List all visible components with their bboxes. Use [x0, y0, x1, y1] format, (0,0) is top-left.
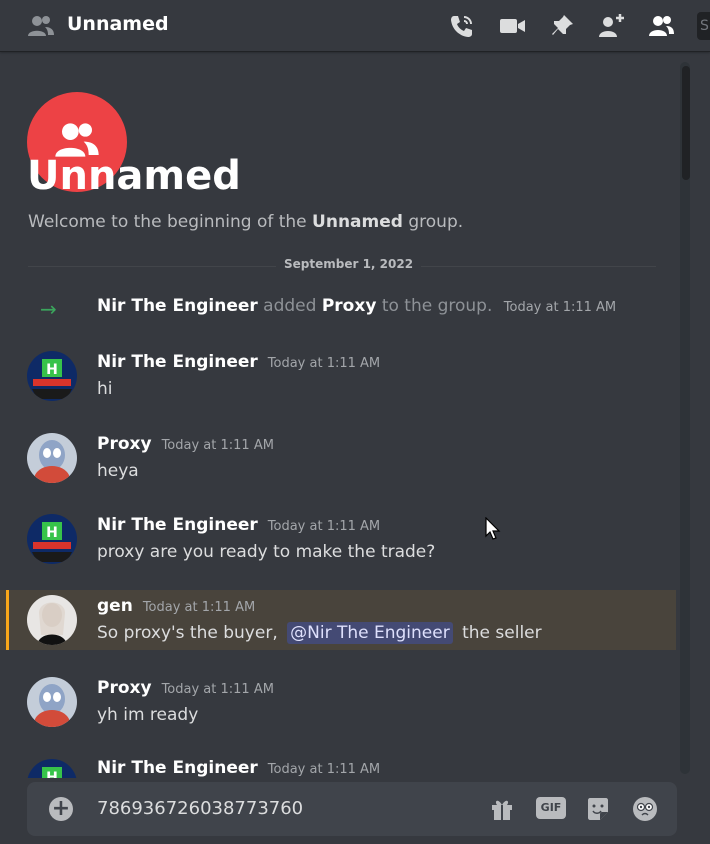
- timestamp: Today at 1:11 AM: [503, 300, 617, 315]
- message-content: So proxy's the buyer, @Nir The Engineer …: [97, 622, 542, 644]
- mention-indicator: [6, 590, 9, 650]
- message-author[interactable]: Nir The Engineer: [97, 352, 258, 372]
- message: Proxy Today at 1:11 AM heya: [0, 424, 676, 494]
- avatar[interactable]: [27, 433, 77, 483]
- channel-title: Unnamed: [67, 13, 169, 35]
- svg-text:H: H: [46, 362, 58, 378]
- scrollbar-thumb[interactable]: [682, 66, 690, 180]
- svg-text:H: H: [46, 770, 58, 778]
- add-attachment-icon[interactable]: +: [49, 797, 73, 821]
- join-arrow-icon: →: [40, 297, 57, 321]
- add-friend-icon[interactable]: [598, 13, 626, 39]
- avatar[interactable]: H: [27, 514, 77, 564]
- gift-icon[interactable]: [489, 796, 515, 822]
- channel-header: Unnamed S: [0, 0, 710, 52]
- timestamp: Today at 1:11 AM: [267, 519, 381, 534]
- group-icon: [28, 16, 54, 36]
- system-target[interactable]: Proxy: [322, 296, 377, 316]
- message-author[interactable]: Proxy: [97, 434, 152, 454]
- message: H Nir The Engineer Today at 1:11 AM: [0, 750, 676, 778]
- message-content: heya: [97, 461, 139, 481]
- user-mention[interactable]: @Nir The Engineer: [287, 622, 453, 644]
- message-content: yh im ready: [97, 705, 199, 725]
- timestamp: Today at 1:11 AM: [161, 682, 274, 697]
- message-content: proxy are you ready to make the trade?: [97, 542, 436, 562]
- avatar[interactable]: H: [27, 759, 77, 778]
- welcome-subtitle: Welcome to the beginning of the Unnamed …: [28, 212, 464, 232]
- video-icon[interactable]: [498, 13, 526, 39]
- message-composer[interactable]: + 786936726038773760 GIF: [27, 782, 677, 836]
- search-box[interactable]: S: [697, 12, 710, 40]
- call-icon[interactable]: [448, 13, 476, 39]
- timestamp: Today at 1:11 AM: [267, 356, 381, 371]
- date-divider: September 1, 2022: [276, 257, 422, 271]
- avatar[interactable]: H: [27, 351, 77, 401]
- gif-icon[interactable]: GIF: [536, 797, 566, 819]
- timestamp: Today at 1:11 AM: [161, 438, 274, 453]
- sticker-icon[interactable]: [585, 796, 611, 822]
- message-content: hi: [97, 379, 113, 399]
- avatar[interactable]: [27, 677, 77, 727]
- message-mentioned: gen Today at 1:11 AM So proxy's the buyer…: [0, 590, 676, 650]
- welcome-title: Unnamed: [27, 153, 241, 199]
- pin-icon[interactable]: [549, 13, 577, 39]
- system-message: Nir The Engineer added Proxy to the grou…: [97, 296, 617, 316]
- message: H Nir The Engineer Today at 1:11 AM hi: [0, 342, 676, 412]
- message-input[interactable]: 786936726038773760: [97, 798, 303, 819]
- timestamp: Today at 1:11 AM: [267, 762, 381, 777]
- avatar[interactable]: [27, 595, 77, 645]
- message-author[interactable]: Nir The Engineer: [97, 758, 258, 778]
- message-author[interactable]: Nir The Engineer: [97, 515, 258, 535]
- svg-text:H: H: [46, 525, 58, 541]
- timestamp: Today at 1:11 AM: [142, 600, 256, 615]
- message-author[interactable]: Proxy: [97, 678, 152, 698]
- mouse-cursor-icon: [485, 517, 501, 540]
- message: H Nir The Engineer Today at 1:11 AM proxy…: [0, 505, 676, 575]
- member-list-icon[interactable]: [647, 13, 675, 39]
- system-actor[interactable]: Nir The Engineer: [97, 296, 258, 316]
- message-author[interactable]: gen: [97, 596, 133, 616]
- message: Proxy Today at 1:11 AM yh im ready: [0, 668, 676, 738]
- emoji-icon[interactable]: [632, 796, 658, 822]
